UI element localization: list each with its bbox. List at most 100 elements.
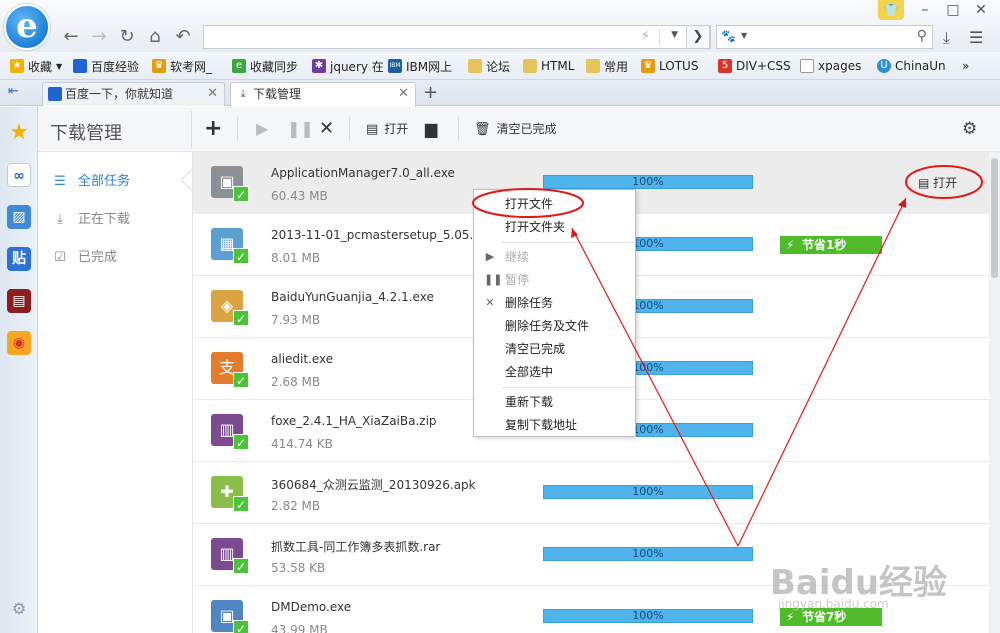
folder-icon bbox=[586, 59, 600, 73]
context-menu-item[interactable]: 删除任务及文件 bbox=[474, 315, 635, 337]
progress-bar: 100% bbox=[543, 175, 753, 189]
folder-icon bbox=[468, 59, 482, 73]
progress-bar: 100% bbox=[543, 609, 753, 623]
scrollbar[interactable] bbox=[989, 152, 1000, 633]
context-menu-item[interactable]: 重新下载 bbox=[474, 391, 635, 413]
forward-icon[interactable]: → bbox=[88, 26, 110, 48]
pause-icon[interactable]: ❚❚ bbox=[287, 117, 314, 141]
sidebar-toggle-icon[interactable]: ⇤ bbox=[8, 84, 19, 99]
minimize-icon[interactable]: – bbox=[912, 0, 938, 20]
context-menu-item[interactable]: ▶ 继续 bbox=[474, 246, 635, 268]
home-icon[interactable]: ⌂ bbox=[144, 26, 166, 48]
menu-icon[interactable]: ☰ bbox=[969, 28, 983, 47]
file-size: 8.01 MB bbox=[271, 251, 321, 265]
file-name: ApplicationManager7.0_all.exe bbox=[271, 166, 455, 180]
back-icon[interactable]: ← bbox=[60, 26, 82, 48]
favorite-item[interactable]: 论坛 bbox=[468, 58, 510, 74]
browser-logo-icon[interactable]: e bbox=[4, 4, 50, 50]
chevron-down-icon[interactable]: ▼ bbox=[741, 31, 747, 40]
download-filter-nav: ☰ 全部任务 ⤓ 正在下载 ☑ 已完成 bbox=[38, 152, 193, 633]
favorites-menu[interactable]: ★ 收藏 ▼ bbox=[10, 58, 62, 74]
favorites-bar: ★ 收藏 ▼ 🐾 百度经验 ♛ 软考网_ e 收藏同步 ✱ jquery 在 I… bbox=[0, 52, 1000, 80]
add-task-icon[interactable]: + bbox=[204, 117, 222, 141]
nav-all-tasks[interactable]: ☰ 全部任务 bbox=[52, 170, 130, 190]
page-title: 下载管理 bbox=[50, 123, 122, 144]
picture-icon[interactable]: ▨ bbox=[7, 205, 31, 229]
address-bar[interactable]: ⚡ ▼ ❯ bbox=[203, 25, 711, 49]
context-menu-item[interactable]: ✕ 删除任务 bbox=[474, 292, 635, 314]
favorite-item[interactable]: U ChinaUn bbox=[877, 58, 946, 74]
settings-gear-icon[interactable]: ⚙ bbox=[962, 117, 977, 141]
favorite-item[interactable]: 常用 bbox=[586, 58, 628, 74]
context-menu-item[interactable]: 打开文件夹 bbox=[474, 216, 635, 238]
close-tab-icon[interactable]: ✕ bbox=[398, 83, 409, 105]
checkbox-icon: ☑ bbox=[54, 250, 66, 265]
open-file-button[interactable]: ▤ 打开 bbox=[918, 172, 957, 194]
address-divider bbox=[659, 29, 660, 45]
open-file-label: 打开 bbox=[933, 176, 958, 190]
go-arrow-icon[interactable]: ❯ bbox=[686, 25, 710, 49]
favorite-item[interactable]: HTML bbox=[523, 58, 574, 74]
settings-gear-icon[interactable]: ⚙ bbox=[7, 597, 31, 621]
skin-shirt-icon[interactable]: 👕 bbox=[878, 0, 904, 20]
favorite-item[interactable]: ♛ 软考网_ bbox=[152, 58, 212, 74]
favorite-item[interactable]: 5 DIV+CSS bbox=[718, 58, 791, 74]
close-tab-icon[interactable]: ✕ bbox=[207, 83, 218, 105]
open-folder-icon[interactable]: ▆ bbox=[425, 117, 437, 141]
download-manager-toolbar: 下载管理 + ▶ ❚❚ ✕ ▤ 打开 ▆ 🗑 清空已完成 ⚙ bbox=[38, 107, 1000, 152]
favorite-label: xpages bbox=[818, 59, 862, 73]
context-menu-item[interactable]: 打开文件 bbox=[474, 193, 635, 215]
maximize-icon[interactable]: □ bbox=[940, 0, 966, 20]
refresh-icon[interactable]: ↻ bbox=[116, 26, 138, 48]
favorite-item[interactable]: ♛ LOTUS bbox=[641, 58, 698, 74]
baidu-paw-icon[interactable]: 🐾 bbox=[721, 29, 736, 43]
progress-bar: 100% bbox=[543, 547, 753, 561]
download-row[interactable]: ✚ ✓ 360684_众测云监测_20130926.apk 2.82 MB 100% bbox=[193, 462, 989, 524]
open-file-button[interactable]: ▤ 打开 bbox=[366, 117, 408, 141]
favorites-overflow-button[interactable]: » bbox=[962, 58, 969, 74]
reader-book-icon[interactable]: ▤ bbox=[7, 289, 31, 313]
tieba-icon[interactable]: 贴 bbox=[7, 247, 31, 271]
favorite-item[interactable]: ✱ jquery 在 bbox=[312, 58, 384, 74]
scrollbar-thumb[interactable] bbox=[991, 158, 998, 278]
context-menu-item[interactable]: 复制下载地址 bbox=[474, 414, 635, 436]
file-name: 2013-11-01_pcmastersetup_5.05.exe bbox=[271, 228, 495, 242]
context-menu-item[interactable]: 全部选中 bbox=[474, 361, 635, 383]
search-bar[interactable]: 🐾 ▼ ⚲ bbox=[716, 25, 933, 49]
context-menu-separator bbox=[502, 242, 635, 243]
document-icon: ▤ bbox=[918, 176, 934, 190]
favorite-item[interactable]: 🐾 百度经验 bbox=[73, 58, 139, 74]
nav-downloading[interactable]: ⤓ 正在下载 bbox=[52, 208, 130, 228]
folder-icon bbox=[523, 59, 537, 73]
file-name: foxe_2.4.1_HA_XiaZaiBa.zip bbox=[271, 414, 437, 428]
search-icon[interactable]: ⚲ bbox=[917, 28, 927, 44]
context-menu-item[interactable]: ❚❚ 暂停 bbox=[474, 269, 635, 291]
tab-download-manager[interactable]: ⤓ 下载管理 ✕ bbox=[230, 82, 416, 107]
clear-completed-button[interactable]: 🗑 清空已完成 bbox=[474, 117, 557, 141]
lightning-icon[interactable]: ⚡ bbox=[641, 29, 650, 44]
favorite-label: DIV+CSS bbox=[736, 59, 791, 73]
favorite-item[interactable]: xpages bbox=[800, 58, 861, 74]
tab-baidu[interactable]: 🐾 百度一下，你就知道 ✕ bbox=[42, 82, 225, 106]
new-tab-button[interactable]: + bbox=[423, 82, 438, 103]
completed-check-icon: ✓ bbox=[233, 434, 249, 450]
weibo-icon[interactable]: ◉ bbox=[7, 331, 31, 355]
context-menu-item[interactable]: 清空已完成 bbox=[474, 338, 635, 360]
delete-x-icon[interactable]: ✕ bbox=[319, 117, 334, 141]
favorite-item[interactable]: e 收藏同步 bbox=[232, 58, 298, 74]
favorite-label: 软考网_ bbox=[170, 59, 213, 74]
cloud-sync-icon[interactable]: ∞ bbox=[7, 163, 31, 187]
nav-completed[interactable]: ☑ 已完成 bbox=[52, 246, 117, 266]
favorite-label: 常用 bbox=[604, 59, 629, 74]
resume-play-icon[interactable]: ▶ bbox=[256, 117, 268, 141]
context-menu-label: 暂停 bbox=[505, 273, 530, 287]
undo-icon[interactable]: ↶ bbox=[172, 26, 194, 48]
close-window-icon[interactable]: ✕ bbox=[968, 0, 994, 20]
favorite-item[interactable]: IBM IBM网上 bbox=[388, 58, 452, 74]
tab-label: 下载管理 bbox=[253, 87, 302, 101]
chevron-down-icon[interactable]: ▼ bbox=[671, 30, 678, 40]
download-icon[interactable]: ⤓ bbox=[943, 28, 950, 48]
favorites-star-icon[interactable]: ★ bbox=[7, 121, 31, 145]
file-size: 7.93 MB bbox=[271, 313, 321, 327]
open-file-label: 打开 bbox=[384, 122, 409, 136]
